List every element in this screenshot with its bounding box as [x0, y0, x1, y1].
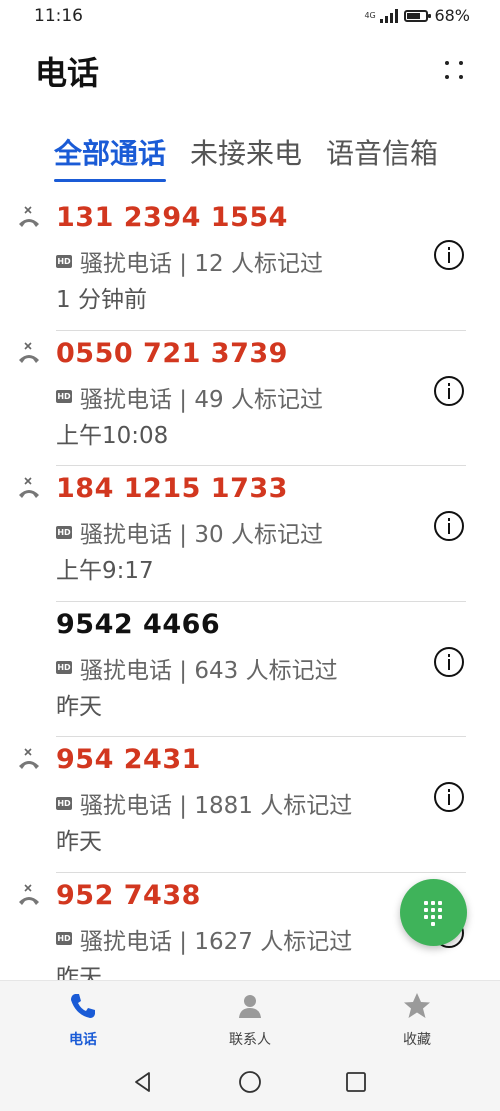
hd-badge: HD [56, 661, 72, 674]
nav-favorites[interactable]: 收藏 [372, 991, 462, 1049]
call-number: 184 1215 1733 [56, 473, 288, 504]
call-row[interactable]: 184 1215 1733 HD 骚扰电话 | 30 人标记过 上午9:17 [0, 466, 500, 602]
hd-badge: HD [56, 254, 72, 268]
call-time: 1 分钟前 [56, 287, 147, 313]
call-number: 954 2431 [56, 744, 201, 775]
spam-tag: 骚扰电话 | 30 人标记过 [80, 522, 323, 548]
recents-icon[interactable] [344, 1070, 368, 1094]
call-tag-line: HD 骚扰电话 | 30 人标记过 [56, 515, 323, 549]
status-time: 11:16 [34, 6, 83, 26]
tab-missed-calls[interactable]: 未接来电 [190, 132, 302, 182]
system-nav-bar [0, 1050, 500, 1111]
call-time: 上午9:17 [56, 558, 154, 584]
call-tag-line: HD 骚扰电话 | 643 人标记过 [56, 651, 338, 685]
status-bar: 11:16 4G 68% [0, 0, 500, 34]
hd-badge: HD [56, 525, 72, 539]
call-tag-line: HD 骚扰电话 | 49 人标记过 [56, 380, 323, 414]
bottom-nav: 电话 联系人 收藏 [0, 980, 500, 1050]
call-number: 952 7438 [56, 879, 201, 911]
missed-call-icon [19, 883, 39, 905]
call-number: 0550 721 3739 [56, 337, 288, 369]
nav-label: 收藏 [403, 1032, 431, 1048]
hd-badge: HD [56, 932, 72, 945]
info-icon[interactable] [434, 511, 464, 541]
info-icon[interactable] [434, 782, 464, 812]
call-time: 昨天 [56, 829, 102, 855]
info-icon[interactable] [434, 646, 464, 677]
call-row[interactable]: 954 2431 HD 骚扰电话 | 1881 人标记过 昨天 [0, 737, 500, 873]
hd-badge: HD [56, 796, 72, 810]
contacts-icon [239, 995, 261, 1018]
more-dots-icon[interactable] [442, 58, 466, 82]
dialpad-fab[interactable] [400, 879, 467, 946]
call-tag-line: HD 骚扰电话 | 1627 人标记过 [56, 922, 352, 956]
call-number: 131 2394 1554 [56, 202, 288, 233]
home-icon[interactable] [238, 1070, 262, 1094]
signal-icon [380, 8, 399, 23]
spam-tag: 骚扰电话 | 643 人标记过 [80, 657, 338, 684]
call-time: 昨天 [56, 693, 102, 720]
phone-icon [71, 994, 95, 1018]
info-icon[interactable] [434, 240, 464, 270]
call-row[interactable]: 0550 721 3739 HD 骚扰电话 | 49 人标记过 上午10:08 [0, 331, 500, 466]
spam-tag: 骚扰电话 | 1881 人标记过 [80, 793, 353, 819]
spam-tag: 骚扰电话 | 49 人标记过 [80, 386, 323, 413]
battery-icon [404, 9, 432, 22]
call-row[interactable]: 9542 4466 HD 骚扰电话 | 643 人标记过 昨天 [0, 602, 500, 737]
nav-label: 电话 [69, 1032, 97, 1048]
call-time: 昨天 [56, 964, 102, 981]
hd-badge: HD [56, 390, 72, 403]
tab-voicemail[interactable]: 语音信箱 [326, 132, 438, 182]
status-icons: 4G 68% [364, 6, 470, 25]
star-icon [404, 993, 430, 1018]
network-type: 4G [364, 10, 376, 20]
tab-all-calls[interactable]: 全部通话 [54, 132, 167, 182]
call-row[interactable]: 131 2394 1554 HD 骚扰电话 | 12 人标记过 1 分钟前 [0, 195, 500, 331]
missed-call-icon [19, 748, 39, 769]
call-tag-line: HD 骚扰电话 | 12 人标记过 [56, 244, 323, 278]
info-icon[interactable] [434, 375, 464, 406]
spam-tag: 骚扰电话 | 12 人标记过 [80, 251, 323, 277]
nav-contacts[interactable]: 联系人 [205, 991, 295, 1049]
missed-call-icon [19, 341, 39, 363]
missed-call-icon [19, 477, 39, 498]
battery-level: 68% [434, 6, 470, 25]
spam-tag: 骚扰电话 | 1627 人标记过 [80, 928, 353, 955]
call-tabs: 全部通话 未接来电 语音信箱 [54, 132, 438, 182]
call-number: 9542 4466 [56, 608, 221, 640]
page-title: 电话 [35, 54, 100, 92]
missed-call-icon [19, 206, 39, 227]
nav-label: 联系人 [229, 1032, 271, 1048]
nav-phone[interactable]: 电话 [38, 991, 128, 1049]
call-tag-line: HD 骚扰电话 | 1881 人标记过 [56, 786, 352, 820]
call-log-list: 131 2394 1554 HD 骚扰电话 | 12 人标记过 1 分钟前 05… [0, 195, 500, 980]
back-icon[interactable] [131, 1070, 155, 1094]
call-time: 上午10:08 [56, 422, 169, 449]
